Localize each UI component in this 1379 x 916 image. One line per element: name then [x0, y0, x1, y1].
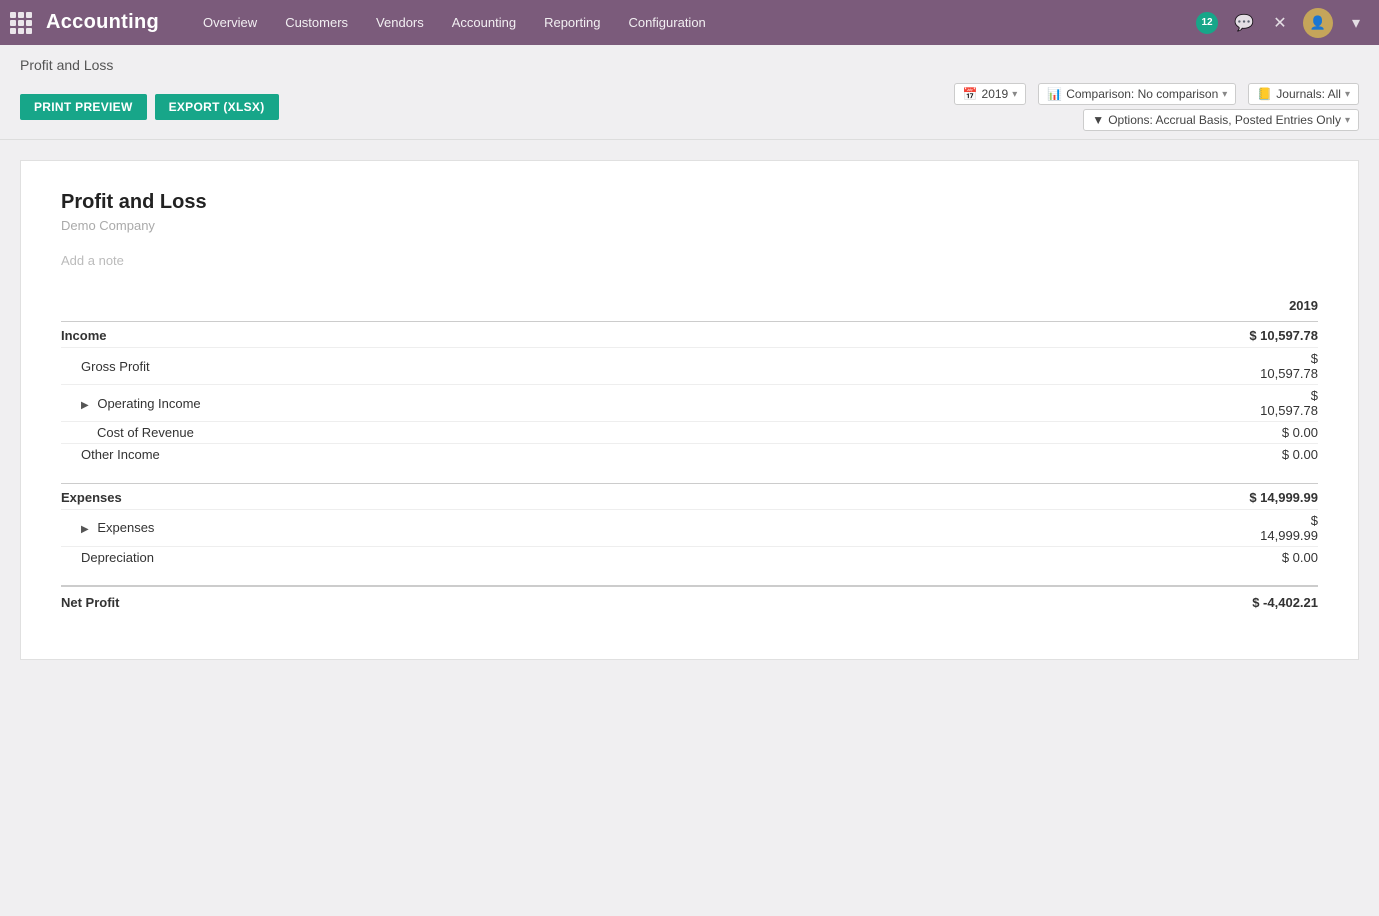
page-header: Profit and Loss PRINT PREVIEW EXPORT (XL… — [0, 45, 1379, 139]
report-title: Profit and Loss — [61, 191, 1318, 214]
badge-count: 12 — [1196, 12, 1218, 34]
comparison-filter-label: Comparison: No comparison — [1066, 87, 1218, 101]
expand-expenses-icon[interactable]: ▶ — [81, 524, 89, 535]
cost-of-revenue-amount: $ 0.00 — [1240, 422, 1318, 444]
operating-income-label: ▶ Operating Income — [61, 385, 1240, 422]
notification-badge[interactable]: 12 — [1193, 9, 1221, 37]
top-right-controls: 12 💬 ✕ 👤 ▾ — [1193, 8, 1369, 38]
main-menu: Overview Customers Vendors Accounting Re… — [189, 0, 1193, 45]
comparison-filter-chevron: ▾ — [1222, 89, 1227, 100]
comparison-filter[interactable]: 📊 Comparison: No comparison ▾ — [1038, 83, 1236, 105]
journals-filter[interactable]: 📒 Journals: All ▾ — [1248, 83, 1359, 105]
report-company: Demo Company — [61, 218, 1318, 233]
net-profit-amount: $ -4,402.21 — [1240, 586, 1318, 614]
nav-reporting[interactable]: Reporting — [530, 0, 614, 45]
year-filter-chevron: ▾ — [1012, 89, 1017, 100]
expand-operating-income-icon[interactable]: ▶ — [81, 400, 89, 411]
print-preview-button[interactable]: PRINT PREVIEW — [20, 94, 147, 120]
other-income-row: Other Income $ 0.00 — [61, 444, 1318, 466]
cost-of-revenue-row: Cost of Revenue $ 0.00 — [61, 422, 1318, 444]
operating-income-row: ▶ Operating Income $ 10,597.78 — [61, 385, 1318, 422]
chart-icon: 📊 — [1047, 87, 1062, 101]
app-grid-icon[interactable] — [10, 12, 32, 34]
report-card: Profit and Loss Demo Company Add a note … — [20, 160, 1359, 660]
filter-controls: 📅 2019 ▾ 📊 Comparison: No comparison ▾ 📒… — [954, 83, 1359, 131]
spacer-2 — [61, 568, 1318, 586]
add-note-field[interactable]: Add a note — [61, 253, 1318, 268]
nav-configuration[interactable]: Configuration — [614, 0, 719, 45]
report-table: 2019 Income $ 10,597.78 Gross Profit $ 1… — [61, 298, 1318, 614]
journals-icon: 📒 — [1257, 87, 1272, 101]
other-income-amount: $ 0.00 — [1240, 444, 1318, 466]
user-menu-chevron[interactable]: ▾ — [1343, 10, 1369, 36]
options-filter-label: Options: Accrual Basis, Posted Entries O… — [1108, 113, 1341, 127]
expenses-sub-amount: $ 14,999.99 — [1240, 509, 1318, 546]
nav-customers[interactable]: Customers — [271, 0, 362, 45]
calendar-icon: 📅 — [963, 87, 978, 101]
nav-vendors[interactable]: Vendors — [362, 0, 438, 45]
net-profit-row: Net Profit $ -4,402.21 — [61, 586, 1318, 614]
expenses-amount: $ 14,999.99 — [1240, 483, 1318, 509]
journals-filter-label: Journals: All — [1276, 87, 1341, 101]
top-navigation: Accounting Overview Customers Vendors Ac… — [0, 0, 1379, 45]
export-xlsx-button[interactable]: EXPORT (XLSX) — [155, 94, 279, 120]
gross-profit-row: Gross Profit $ 10,597.78 — [61, 348, 1318, 385]
spacer-1 — [61, 465, 1318, 483]
operating-income-amount: $ 10,597.78 — [1240, 385, 1318, 422]
year-filter-label: 2019 — [982, 87, 1009, 101]
journals-filter-chevron: ▾ — [1345, 89, 1350, 100]
expenses-sub-label: ▶ Expenses — [61, 509, 1240, 546]
other-income-label: Other Income — [61, 444, 1240, 466]
options-filter[interactable]: ▼ Options: Accrual Basis, Posted Entries… — [1083, 109, 1359, 131]
options-filter-chevron: ▾ — [1345, 115, 1350, 126]
expenses-label: Expenses — [61, 483, 1240, 509]
income-label: Income — [61, 322, 1240, 348]
gross-profit-label: Gross Profit — [61, 348, 1240, 385]
net-profit-label: Net Profit — [61, 586, 1240, 614]
toolbar: PRINT PREVIEW EXPORT (XLSX) 📅 2019 ▾ 📊 C… — [20, 83, 1359, 131]
year-column-header: 2019 — [1240, 298, 1318, 322]
income-section-header: Income $ 10,597.78 — [61, 322, 1318, 348]
filter-icon: ▼ — [1092, 113, 1104, 127]
app-title: Accounting — [46, 11, 159, 34]
depreciation-amount: $ 0.00 — [1240, 546, 1318, 568]
cost-of-revenue-label: Cost of Revenue — [61, 422, 1240, 444]
filter-row-1: 📅 2019 ▾ 📊 Comparison: No comparison ▾ 📒… — [954, 83, 1359, 105]
income-amount: $ 10,597.78 — [1240, 322, 1318, 348]
report-wrapper: Profit and Loss Demo Company Add a note … — [0, 140, 1379, 680]
depreciation-label: Depreciation — [61, 546, 1240, 568]
year-filter[interactable]: 📅 2019 ▾ — [954, 83, 1027, 105]
depreciation-row: Depreciation $ 0.00 — [61, 546, 1318, 568]
chat-icon[interactable]: 💬 — [1231, 10, 1257, 36]
gross-profit-amount: $ 10,597.78 — [1240, 348, 1318, 385]
close-icon[interactable]: ✕ — [1267, 10, 1293, 36]
page-title: Profit and Loss — [20, 57, 1359, 73]
filter-row-2: ▼ Options: Accrual Basis, Posted Entries… — [1083, 109, 1359, 131]
nav-accounting[interactable]: Accounting — [438, 0, 530, 45]
expenses-sub-row: ▶ Expenses $ 14,999.99 — [61, 509, 1318, 546]
user-avatar[interactable]: 👤 — [1303, 8, 1333, 38]
nav-overview[interactable]: Overview — [189, 0, 271, 45]
expenses-section-header: Expenses $ 14,999.99 — [61, 483, 1318, 509]
